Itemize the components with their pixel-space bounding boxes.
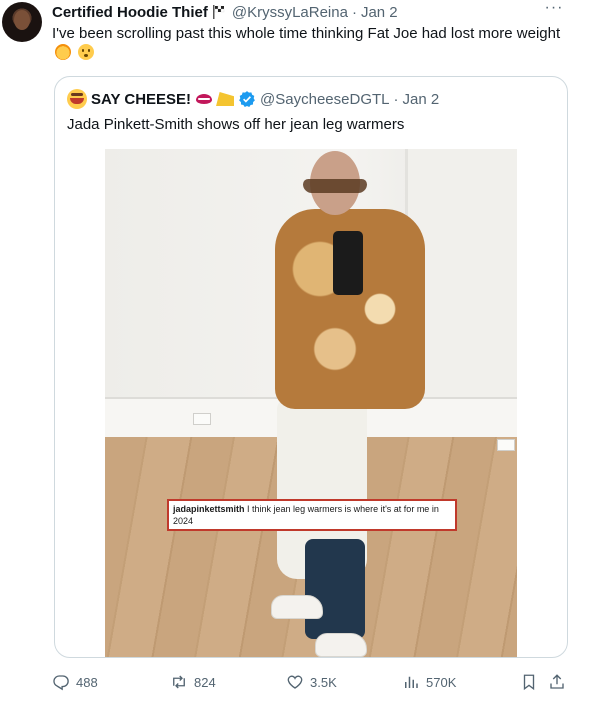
tweet[interactable]: Certified Hoodie Thief @KryssyLaReina · …	[0, 0, 592, 707]
quoted-author-avatar[interactable]	[67, 89, 87, 109]
photo-shoe	[315, 633, 367, 657]
action-bar: 488 824 3.5K 570K	[52, 670, 572, 694]
photo-outlet	[497, 439, 515, 451]
quoted-tweet-header: SAY CHEESE! @SaycheeseDGTL · Jan 2	[67, 89, 439, 109]
bookmark-icon	[523, 674, 535, 691]
author-name[interactable]: Certified Hoodie Thief	[52, 4, 208, 21]
bookmark-button[interactable]	[520, 670, 538, 694]
quoted-tweet-photo[interactable]: jadapinkettsmith I think jean leg warmer…	[105, 149, 517, 657]
flag-icon	[212, 5, 224, 19]
tweet-text: I've been scrolling past this whole time…	[52, 24, 562, 64]
reply-count: 488	[76, 674, 98, 690]
like-button[interactable]: 3.5K	[286, 670, 337, 694]
separator-dot: ·	[351, 3, 357, 21]
photo-shoe	[271, 595, 323, 619]
tweet-header: Certified Hoodie Thief @KryssyLaReina · …	[52, 2, 398, 22]
quoted-author-name[interactable]: SAY CHEESE!	[91, 91, 191, 108]
like-count: 3.5K	[310, 674, 337, 690]
lips-icon	[196, 94, 213, 104]
author-avatar[interactable]	[2, 2, 42, 42]
more-icon[interactable]: ···	[544, 0, 564, 20]
photo-legwarmer	[305, 539, 365, 639]
share-icon	[550, 674, 564, 689]
hot-face-emoji	[55, 44, 71, 60]
views-icon	[405, 676, 418, 688]
cheese-icon	[216, 92, 235, 106]
quoted-tweet[interactable]: SAY CHEESE! @SaycheeseDGTL · Jan 2 Jada …	[54, 76, 568, 658]
repost-count: 824	[194, 674, 216, 690]
photo-phone	[333, 231, 363, 295]
tweet-date[interactable]: Jan 2	[361, 4, 398, 21]
reply-button[interactable]: 488	[52, 670, 98, 694]
like-icon	[287, 675, 303, 689]
photo-sunglasses	[303, 179, 367, 193]
repost-button[interactable]: 824	[170, 670, 216, 694]
views-button[interactable]: 570K	[402, 670, 456, 694]
quoted-tweet-text: Jada Pinkett-Smith shows off her jean le…	[67, 116, 405, 133]
views-count: 570K	[426, 674, 457, 690]
reply-icon	[53, 675, 69, 691]
hushed-face-emoji	[78, 44, 95, 60]
repost-icon	[173, 675, 185, 689]
tweet-text-content: I've been scrolling past this whole time…	[52, 25, 561, 42]
caption-username: jadapinkettsmith	[173, 504, 245, 514]
verified-icon	[239, 91, 255, 108]
quoted-tweet-date[interactable]: Jan 2	[403, 91, 440, 108]
author-handle[interactable]: @KryssyLaReina	[232, 4, 348, 21]
quoted-author-handle[interactable]: @SaycheeseDGTL	[260, 91, 389, 108]
photo-outlet	[193, 413, 211, 425]
share-button[interactable]	[548, 670, 566, 694]
quoted-separator-dot: ·	[393, 90, 399, 108]
image-caption-overlay: jadapinkettsmith I think jean leg warmer…	[167, 499, 457, 531]
